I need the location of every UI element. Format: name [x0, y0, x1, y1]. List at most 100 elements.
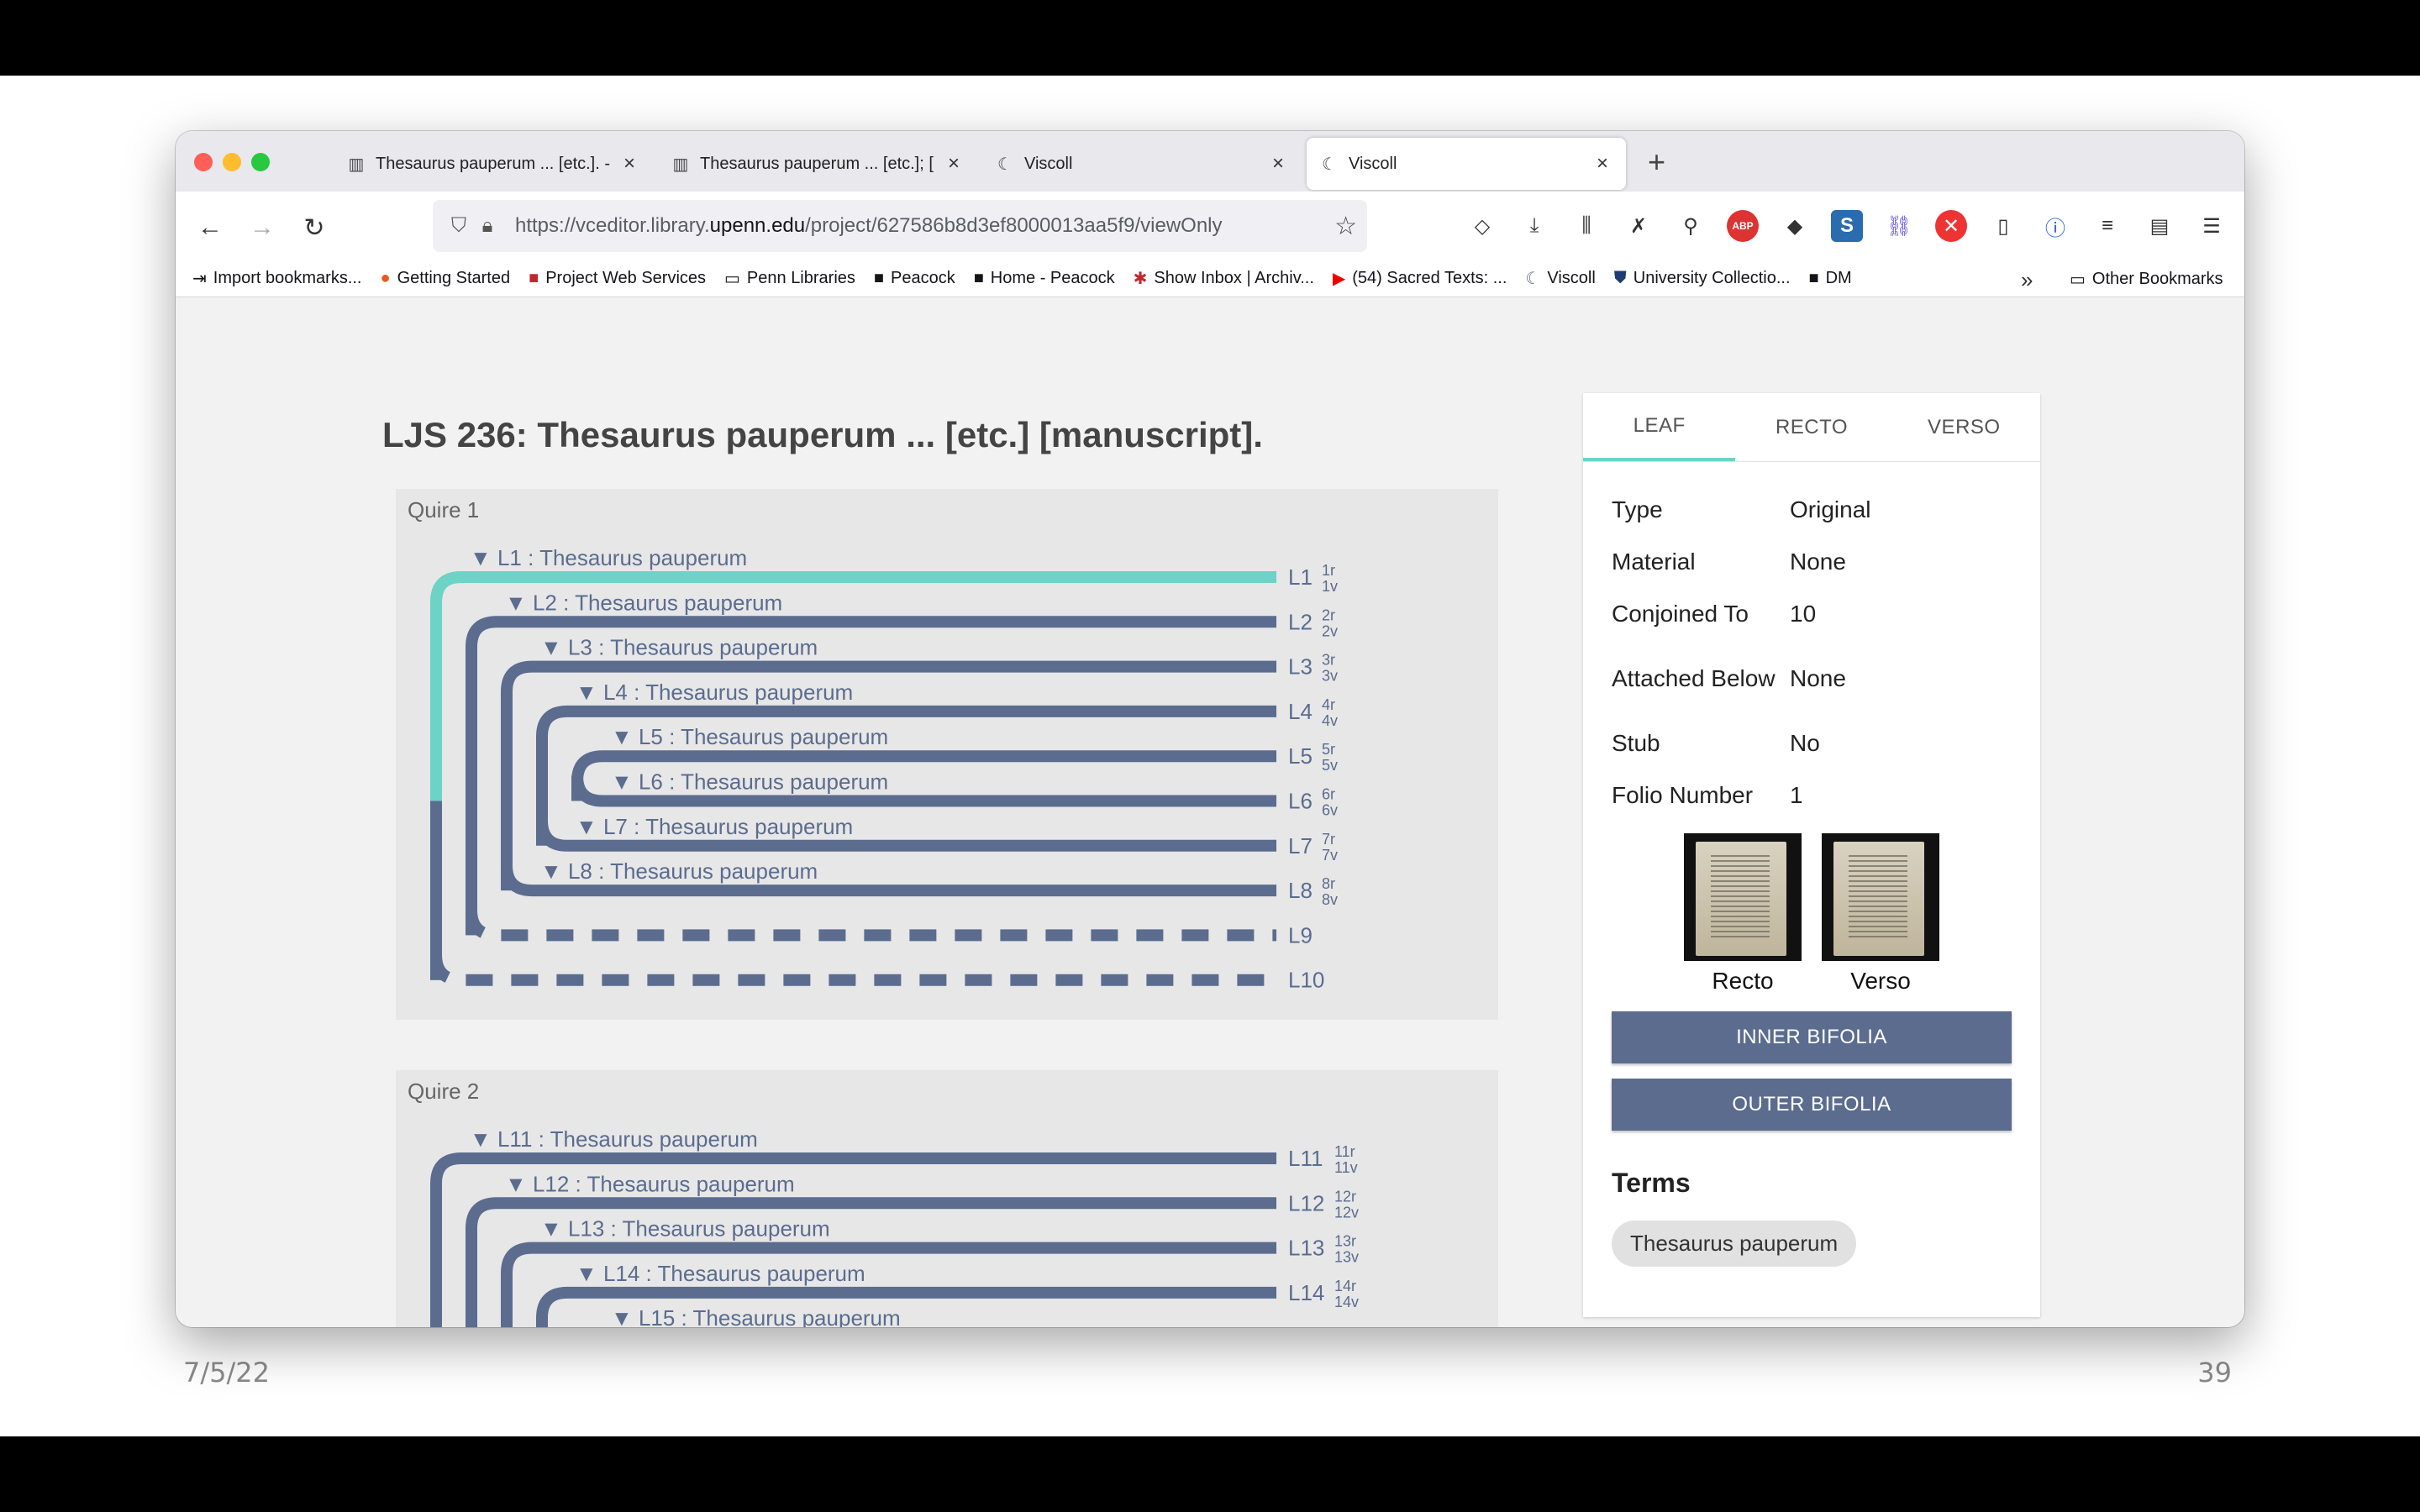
zoom-window-button[interactable]: [251, 153, 270, 171]
bookmark-item[interactable]: ■ Home - Peacock: [974, 269, 1115, 288]
zotero-icon[interactable]: ✗: [1623, 210, 1655, 242]
inner-bifolia-button[interactable]: INNER BIFOLIA: [1612, 1011, 2012, 1063]
property-row: Type Original: [1612, 496, 1871, 522]
close-icon[interactable]: ×: [1268, 152, 1288, 176]
recto-image[interactable]: [1684, 833, 1802, 961]
forward-icon[interactable]: →: [248, 213, 276, 242]
shield-icon[interactable]: ⛉: [445, 214, 473, 238]
sidebar-icon[interactable]: ▤: [2144, 210, 2175, 242]
other-bookmarks[interactable]: ▭ Other Bookmarks: [2070, 269, 2223, 290]
minimize-window-button[interactable]: [223, 153, 241, 171]
leaf-line-L9[interactable]: [466, 909, 1276, 942]
tab-verso[interactable]: VERSO: [1888, 393, 2040, 461]
leaf-id: L6: [1288, 789, 1313, 814]
browser-tab-1[interactable]: ▥ Thesaurus pauperum ... [etc.]. - ×: [334, 138, 653, 190]
adblock-icon[interactable]: ABP: [1727, 210, 1759, 242]
leaf-title[interactable]: ▼ L5 : Thesaurus pauperum: [611, 724, 888, 749]
page-content: LJS 236: Thesaurus pauperum ... [etc.] […: [176, 297, 2244, 1327]
reader-icon[interactable]: ≡: [2091, 210, 2123, 242]
leaf-title[interactable]: ▼ L7 : Thesaurus pauperum: [576, 814, 853, 839]
bookmark-item[interactable]: ■ Project Web Services: [529, 269, 706, 288]
leaf-title[interactable]: ▼ L2 : Thesaurus pauperum: [505, 590, 782, 615]
recto-thumbnail[interactable]: Recto: [1684, 833, 1802, 995]
extension-icon[interactable]: ◆: [1779, 210, 1811, 242]
leaf-title[interactable]: ▼ L11 : Thesaurus pauperum: [470, 1126, 758, 1152]
leaf-verso-label: 12v: [1334, 1204, 1359, 1221]
page-icon[interactable]: ▯: [1987, 210, 2019, 242]
bookmark-item[interactable]: ⇥ Import bookmarks...: [192, 268, 361, 289]
leaf-title[interactable]: ▼ L8 : Thesaurus pauperum: [540, 858, 818, 884]
property-row: Stub No: [1612, 730, 1820, 756]
verso-image[interactable]: [1822, 833, 1939, 961]
leaf-recto-label: 1r: [1322, 562, 1335, 579]
browser-tab-3[interactable]: ☾ Viscoll ×: [982, 138, 1302, 190]
leaf-line-L10[interactable]: [430, 954, 1276, 986]
youtube-icon: ▶: [1332, 270, 1346, 288]
url-text[interactable]: https://vceditor.library.upenn.edu/proje…: [515, 214, 1223, 238]
new-tab-icon[interactable]: +: [1648, 144, 1665, 180]
more-bookmarks-icon[interactable]: »: [2021, 267, 2033, 293]
folder-icon: ▭: [724, 270, 740, 288]
archive-icon: ✱: [1133, 270, 1148, 288]
lock-icon[interactable]: 🔒︎: [473, 214, 502, 238]
leaf-title[interactable]: ▼ L1 : Thesaurus pauperum: [470, 545, 747, 570]
slide-bottom-bar: [0, 1436, 2420, 1512]
block-icon[interactable]: ✕: [1935, 210, 1967, 242]
bookmark-item[interactable]: ■ DM: [1809, 269, 1852, 288]
term-chip[interactable]: Thesaurus pauperum: [1612, 1221, 1857, 1267]
bookmark-item[interactable]: ⛊ University Collectio...: [1614, 269, 1791, 288]
tab-label: Thesaurus pauperum ... [etc.]. -: [376, 154, 611, 173]
close-icon[interactable]: ×: [619, 152, 639, 176]
terms-heading: Terms: [1612, 1168, 1691, 1198]
leaf-title[interactable]: ▼ L3 : Thesaurus pauperum: [540, 635, 818, 660]
bookmark-item[interactable]: ▶ (54) Sacred Texts: ...: [1333, 268, 1507, 289]
back-icon[interactable]: ←: [196, 213, 224, 242]
slide-date: 7/5/22: [183, 1357, 270, 1389]
bookmark-item[interactable]: ■ Peacock: [874, 269, 955, 288]
tab-leaf[interactable]: LEAF: [1583, 393, 1736, 461]
password-icon[interactable]: ⓘ: [2039, 210, 2071, 242]
bookmark-item[interactable]: ● Getting Started: [380, 269, 510, 288]
leaf-id: L13: [1288, 1236, 1324, 1261]
download-icon[interactable]: ⤓: [1518, 210, 1550, 242]
close-icon[interactable]: ×: [944, 152, 964, 176]
leaf-id: L14: [1288, 1280, 1324, 1305]
browser-tab-2[interactable]: ▥ Thesaurus pauperum ... [etc.]; [ ×: [658, 138, 977, 190]
leaf-title[interactable]: ▼ L6 : Thesaurus pauperum: [611, 769, 888, 795]
leaf-title[interactable]: ▼ L4 : Thesaurus pauperum: [576, 680, 853, 705]
outer-bifolia-button[interactable]: OUTER BIFOLIA: [1612, 1079, 2012, 1131]
leaf-id: L9: [1288, 922, 1313, 948]
leaf-title[interactable]: ▼ L15 : Thesaurus pauperum: [611, 1305, 901, 1327]
leaf-verso-label: 3v: [1322, 668, 1338, 685]
close-icon[interactable]: ×: [1592, 152, 1612, 176]
reload-icon[interactable]: ↻: [300, 213, 329, 243]
address-bar[interactable]: ⛉ 🔒︎ https://vceditor.library.upenn.edu/…: [433, 200, 1367, 252]
library-icon[interactable]: ⫼: [1570, 210, 1602, 242]
import-icon: ⇥: [192, 270, 207, 288]
leaf-verso-label: 8v: [1322, 891, 1338, 908]
leaf-title[interactable]: ▼ L13 : Thesaurus pauperum: [540, 1216, 830, 1242]
leaf-recto-label: 8r: [1322, 875, 1335, 892]
quire-diagram: ▼ L1 : Thesaurus pauperum L1 1r1v ▼ L2 : Th…: [430, 545, 1338, 993]
leaf-verso-label: 4v: [1322, 712, 1338, 729]
s-extension-icon[interactable]: S: [1831, 210, 1863, 242]
bookmark-star-icon[interactable]: ☆: [1334, 212, 1357, 241]
leaf-title[interactable]: ▼ L14 : Thesaurus pauperum: [576, 1261, 865, 1286]
menu-icon[interactable]: ☰: [2196, 210, 2228, 242]
peacock-icon: ■: [873, 269, 884, 287]
leaf-title[interactable]: ▼ L12 : Thesaurus pauperum: [505, 1171, 795, 1196]
pocket-icon[interactable]: ◇: [1466, 210, 1498, 242]
bookmark-item[interactable]: ☾ Viscoll: [1525, 268, 1595, 289]
verso-thumbnail[interactable]: Verso: [1822, 833, 1939, 995]
peacock-icon: ■: [973, 269, 984, 287]
bookmark-item[interactable]: ▭ Penn Libraries: [724, 268, 855, 289]
bookmark-item[interactable]: ✱ Show Inbox | Archiv...: [1134, 268, 1314, 289]
zoom-icon[interactable]: ⚲: [1675, 210, 1707, 242]
browser-tab-4[interactable]: ☾ Viscoll ×: [1307, 138, 1626, 190]
folder-icon: ▭: [2070, 270, 2086, 289]
close-window-button[interactable]: [194, 153, 213, 171]
link-icon[interactable]: ⛓: [1883, 210, 1915, 242]
tab-label: Thesaurus pauperum ... [etc.]; [: [700, 154, 934, 173]
tab-recto[interactable]: RECTO: [1735, 393, 1887, 461]
leaf-recto-label: 6r: [1322, 786, 1335, 803]
